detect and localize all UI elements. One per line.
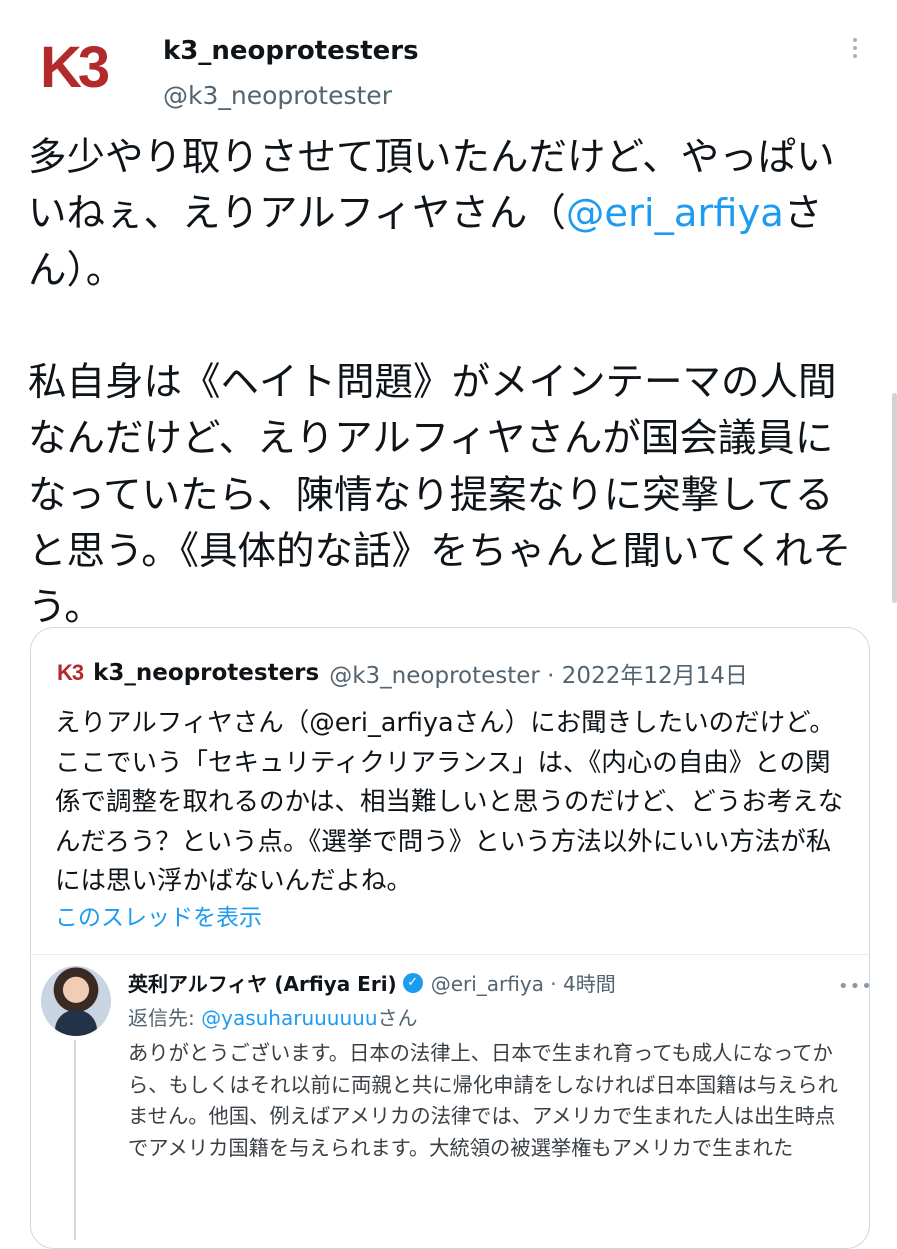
tweet-body: 多少やり取りさせて頂いたんだけど、やっぱいいねぇ、えりアルフィヤさん（@eri_… (28, 130, 868, 637)
tweet-body-text-cont: さん）。 私自身は《ヘイト問題》がメインテーマの人間なんだけど、えりアルフィヤさ… (28, 191, 852, 631)
quoted-author-name[interactable]: k3_neoprotesters (93, 660, 319, 686)
show-thread-link[interactable]: このスレッドを表示 (55, 898, 262, 932)
scrollbar[interactable] (892, 393, 897, 603)
author-handle[interactable]: @k3_neoprotester (163, 81, 392, 110)
quoted-tweet-header: K3 k3_neoprotesters @k3_neoprotester · 2… (57, 656, 748, 690)
avatar[interactable] (41, 966, 111, 1036)
author-display-name[interactable]: k3_neoprotesters (163, 36, 419, 66)
k3-logo[interactable]: K3 (40, 39, 130, 97)
quoted-tweet-card[interactable]: K3 k3_neoprotesters @k3_neoprotester · 2… (30, 627, 870, 1249)
quoted-author-meta: @k3_neoprotester · 2022年12月14日 (329, 663, 748, 689)
reply-more-options-icon[interactable]: ••• (838, 976, 869, 997)
verified-badge-icon: ✓ (402, 972, 423, 993)
reply-author-name[interactable]: 英利アルフィヤ (Arfiya Eri) (128, 968, 397, 997)
replying-to-suffix: さん (377, 1006, 418, 1030)
replying-to-prefix: 返信先: (128, 1006, 202, 1030)
quoted-tweet-body: えりアルフィヤさん（@eri_arfiyaさん）にお聞きしたいのだけど。ここでい… (55, 708, 844, 897)
thread-line (74, 1040, 76, 1240)
reply-author-meta: @eri_arfiya · 4時間 (430, 972, 616, 996)
reply-body: ありがとうございます。日本の法律上、日本で生まれ育っても成人になってから、もしく… (128, 1041, 838, 1160)
reply-header: 英利アルフィヤ (Arfiya Eri) ✓ @eri_arfiya · 4時間 (128, 968, 616, 997)
replying-to-mention[interactable]: @yasuharuuuuuu (201, 1006, 377, 1030)
mention-link[interactable]: @eri_arfiya (566, 191, 784, 236)
quoted-author-avatar[interactable]: K3 (57, 660, 84, 686)
divider (31, 954, 869, 955)
more-options-icon[interactable] (848, 34, 862, 68)
replying-to: 返信先: @yasuharuuuuuuさん (128, 1002, 418, 1031)
